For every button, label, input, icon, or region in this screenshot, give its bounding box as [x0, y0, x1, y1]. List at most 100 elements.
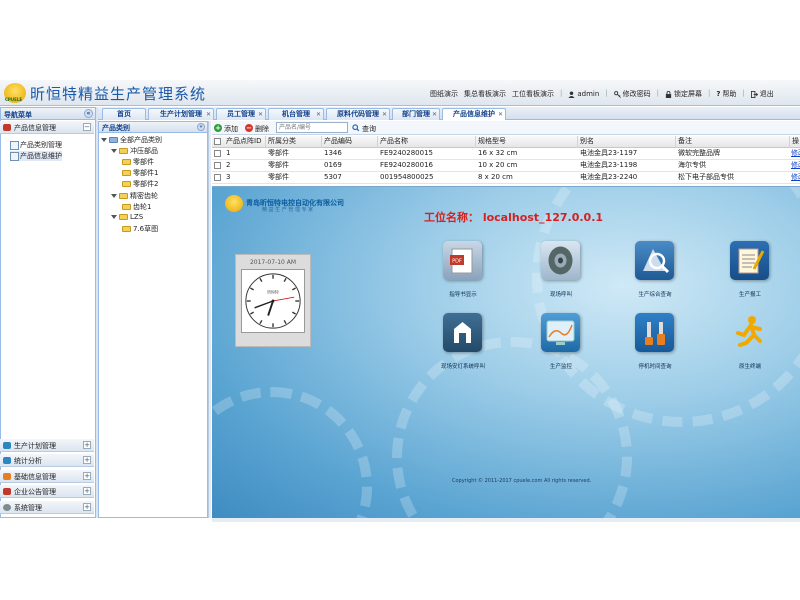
- tree-node-label: 冲压部品: [130, 147, 158, 155]
- andon-glyph-icon: [454, 322, 471, 343]
- nav-group-system[interactable]: 系统管理 +: [0, 501, 94, 514]
- nav-group-statistics[interactable]: 统计分析 +: [0, 454, 94, 467]
- tab-departments[interactable]: 部门管理 ✕: [392, 108, 440, 120]
- tree-node-lzs[interactable]: LZS: [111, 213, 143, 221]
- link-drawing-demo[interactable]: 图纸演示: [430, 89, 458, 99]
- folder-icon: [119, 214, 128, 220]
- tree-node-root[interactable]: 全部产品类别: [101, 135, 162, 145]
- nav-group-label: 系统管理: [14, 504, 42, 512]
- logout-link[interactable]: 退出: [750, 89, 774, 99]
- expand-arrow-icon[interactable]: [111, 215, 117, 219]
- row-checkbox[interactable]: [214, 150, 221, 157]
- tree-node-label: 精密齿轮: [130, 192, 158, 200]
- change-password-link[interactable]: 修改密码: [613, 89, 651, 99]
- search-input[interactable]: [276, 122, 348, 133]
- column-header[interactable]: 产品编码: [322, 136, 378, 148]
- tab-label: 机台管理: [282, 110, 310, 118]
- copyright-text: Copyright © 2011-2017 cpuele.com All rig…: [452, 478, 592, 484]
- link-station-board-demo[interactable]: 工位看板演示: [512, 89, 554, 99]
- tools-icon[interactable]: [635, 313, 674, 352]
- bar-chart-icon: [3, 457, 11, 464]
- tree-node-parts2[interactable]: 零部件2: [122, 179, 158, 189]
- tree-node-parts1[interactable]: 零部件1: [122, 168, 158, 178]
- nav-item-product-info[interactable]: 产品信息维护: [10, 151, 62, 161]
- column-header[interactable]: 别名: [578, 136, 676, 148]
- expand-toggle-icon[interactable]: +: [83, 441, 91, 449]
- help-link[interactable]: ? 帮助: [716, 89, 736, 99]
- nav-group-production-plan[interactable]: 生产计划管理 +: [0, 439, 94, 452]
- expand-arrow-icon[interactable]: [111, 149, 117, 153]
- category-splitter[interactable]: [208, 121, 211, 518]
- close-icon[interactable]: ✕: [382, 109, 387, 120]
- tab-product-info[interactable]: 产品信息维护 ✕: [442, 108, 506, 120]
- folder-icon: [122, 181, 131, 187]
- tree-node-precision-gear[interactable]: 精密齿轮: [111, 191, 158, 201]
- expand-toggle-icon[interactable]: +: [83, 472, 91, 480]
- close-icon[interactable]: ✕: [498, 109, 503, 120]
- nav-group-product-info[interactable]: 产品信息管理 −: [0, 121, 94, 134]
- icon-label: 停机时间查询: [638, 364, 672, 370]
- horizontal-scrollbar[interactable]: [212, 518, 800, 522]
- monitor-chart-icon[interactable]: [541, 313, 580, 352]
- column-header[interactable]: 备注: [676, 136, 790, 148]
- row-checkbox[interactable]: [214, 162, 221, 169]
- andon-icon[interactable]: [443, 313, 482, 352]
- edit-link[interactable]: 修改: [791, 160, 800, 171]
- tab-material-codes[interactable]: 原料代码管理 ✕: [326, 108, 390, 120]
- close-icon[interactable]: ✕: [432, 109, 437, 120]
- link-summary-board-demo[interactable]: 集总看板演示: [464, 89, 506, 99]
- tree-node-parts[interactable]: 零部件: [122, 157, 154, 167]
- tree-node-sketch[interactable]: 7.6草图: [122, 224, 158, 234]
- lock-screen-link[interactable]: 锁定屏幕: [665, 89, 702, 99]
- category-collapse-button[interactable]: «: [197, 123, 205, 131]
- edit-link[interactable]: 修改: [791, 172, 800, 183]
- close-icon[interactable]: ✕: [258, 109, 263, 120]
- notepad-icon[interactable]: [730, 241, 769, 280]
- nav-item-product-category[interactable]: 产品类别管理: [10, 140, 62, 150]
- analog-clock-icon: 昕恒特: [241, 269, 305, 333]
- close-icon[interactable]: ✕: [206, 109, 211, 120]
- delete-button[interactable]: − 删除: [245, 124, 269, 134]
- expand-toggle-icon[interactable]: +: [83, 503, 91, 511]
- divider: |: [742, 89, 745, 97]
- tab-production-plan[interactable]: 生产计划管理 ✕: [148, 108, 214, 120]
- calendar-icon: [3, 442, 11, 449]
- query-button[interactable]: 查询: [352, 124, 376, 134]
- clock-brand: 昕恒特: [267, 289, 279, 294]
- tree-node-label: 零部件: [133, 158, 154, 166]
- nav-item-label: 产品信息维护: [20, 152, 62, 160]
- key-icon: [613, 90, 621, 98]
- tab-home[interactable]: 首页: [102, 108, 146, 120]
- expand-toggle-icon[interactable]: +: [83, 456, 91, 464]
- calendar-red-icon: [3, 488, 11, 495]
- add-button[interactable]: + 添加: [214, 124, 238, 134]
- tree-node-label: 齿轮1: [133, 203, 152, 211]
- expand-arrow-icon[interactable]: [101, 138, 107, 142]
- nav-collapse-button[interactable]: «: [84, 109, 93, 118]
- nav-panel-header: 导航菜单 «: [0, 107, 96, 120]
- collapse-toggle-icon[interactable]: −: [83, 123, 91, 131]
- magnifier-icon[interactable]: [635, 241, 674, 280]
- tree-node-gear1[interactable]: 齿轮1: [122, 202, 151, 212]
- row-checkbox[interactable]: [214, 174, 221, 181]
- user-menu[interactable]: admin: [568, 89, 599, 99]
- column-header[interactable]: 规格型号: [476, 136, 578, 148]
- column-header[interactable]: 产品名称: [378, 136, 476, 148]
- expand-arrow-icon[interactable]: [111, 194, 117, 198]
- column-header[interactable]: 产品点阵ID: [224, 136, 266, 148]
- nav-group-base-info[interactable]: 基础信息管理 +: [0, 470, 94, 483]
- folder-icon: [122, 170, 131, 176]
- tree-node-stamping[interactable]: 冲压部品: [111, 146, 158, 156]
- speaker-icon[interactable]: [541, 241, 580, 280]
- select-all-checkbox[interactable]: [214, 138, 221, 145]
- nav-group-announcements[interactable]: 企业公告管理 +: [0, 485, 94, 498]
- pdf-document-icon[interactable]: PDF: [443, 241, 482, 280]
- tab-employees[interactable]: 员工管理 ✕: [216, 108, 266, 120]
- tab-machines[interactable]: 机台管理 ✕: [268, 108, 324, 120]
- running-person-icon[interactable]: [730, 313, 769, 352]
- expand-toggle-icon[interactable]: +: [83, 487, 91, 495]
- close-icon[interactable]: ✕: [316, 109, 321, 120]
- edit-link[interactable]: 修改: [791, 148, 800, 159]
- column-header[interactable]: 所属分类: [266, 136, 322, 148]
- column-header[interactable]: 操: [790, 136, 800, 148]
